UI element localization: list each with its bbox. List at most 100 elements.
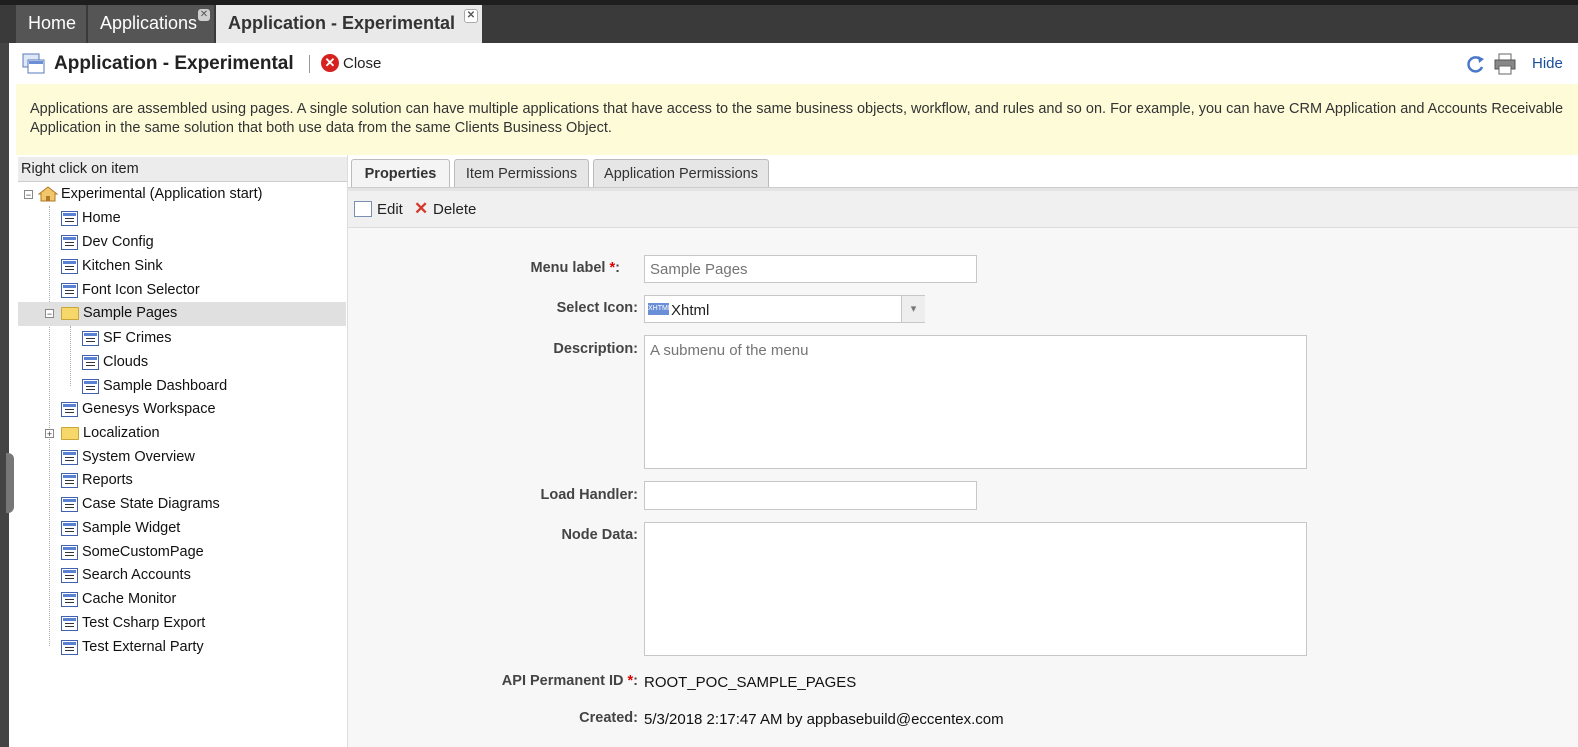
page-icon [61, 496, 78, 512]
tree-item-localization[interactable]: Localization [61, 422, 160, 446]
page-title: Application - Experimental [54, 53, 294, 74]
tree-item-kitchen-sink[interactable]: Kitchen Sink [61, 255, 163, 279]
page-icon [61, 401, 78, 417]
tree-item-clouds[interactable]: Clouds [82, 351, 148, 375]
menu-label-input[interactable] [644, 255, 977, 283]
tree-item-case-state-diagrams[interactable]: Case State Diagrams [61, 493, 220, 517]
page-icon [61, 520, 78, 536]
delete-icon[interactable]: ✕ [414, 200, 428, 217]
xhtml-icon: XHTML [648, 303, 672, 315]
close-tab-icon[interactable]: ✕ [464, 9, 478, 23]
page-icon [61, 591, 78, 607]
page-icon [82, 378, 99, 394]
tree-item-label: Test External Party [82, 639, 204, 655]
tab-applications[interactable]: Applications ✕ [88, 5, 214, 43]
tree-item-label: Sample Widget [82, 520, 181, 536]
tree-item-root[interactable]: Experimental (Application start) [38, 183, 338, 207]
tree-item-font-icon-selector[interactable]: Font Icon Selector [61, 279, 200, 303]
description-label: Description: [553, 341, 638, 357]
page-icon [61, 449, 78, 465]
page-icon [61, 210, 78, 226]
tree-item-label: Localization [83, 425, 160, 441]
info-banner: Applications are assembled using pages. … [16, 84, 1578, 155]
tab-item-permissions[interactable]: Item Permissions [454, 159, 589, 188]
folder-icon [61, 306, 79, 320]
node-data-label: Node Data: [561, 527, 638, 543]
tab-properties[interactable]: Properties [351, 159, 450, 188]
close-tab-icon[interactable]: ✕ [198, 9, 210, 21]
tree-item-somecustompage[interactable]: SomeCustomPage [61, 541, 204, 565]
node-data-textarea[interactable] [644, 522, 1307, 656]
tree-item-sample-widget[interactable]: Sample Widget [61, 517, 180, 541]
tree-guide [49, 206, 50, 646]
page-icon [61, 472, 78, 488]
tree-item-label: SF Crimes [103, 330, 172, 346]
tree-item-label: Home [82, 210, 121, 226]
tree-item-label: Sample Dashboard [103, 378, 228, 394]
tree-item-search-accounts[interactable]: Search Accounts [61, 564, 191, 588]
refresh-icon[interactable] [1466, 54, 1486, 74]
tab-application-permissions[interactable]: Application Permissions [593, 159, 769, 188]
tree-item-label: Test Csharp Export [82, 615, 206, 631]
load-handler-input[interactable] [644, 481, 977, 510]
close-icon[interactable]: ✕ [321, 54, 339, 72]
tree-item-label: Cache Monitor [82, 591, 177, 607]
page-icon [61, 615, 78, 631]
tree-item-sf-crimes[interactable]: SF Crimes [82, 327, 171, 351]
tree-item-label: Dev Config [82, 234, 154, 250]
page-icon [61, 544, 78, 560]
edit-icon[interactable] [354, 201, 372, 217]
home-icon [38, 186, 58, 202]
print-icon[interactable] [1493, 53, 1517, 75]
tree-item-label: Clouds [103, 354, 149, 370]
tree-item-label: Sample Pages [83, 305, 178, 321]
tab-applications-label: Applications [100, 13, 198, 33]
created-value: 5/3/2018 2:17:47 AM by appbasebuild@ecce… [644, 711, 1004, 728]
api-id-label: API Permanent ID *: [501, 673, 638, 689]
left-frame [0, 43, 14, 747]
tree-item-test-csharp-export[interactable]: Test Csharp Export [61, 612, 205, 636]
select-icon-label: Select Icon: [556, 300, 638, 316]
tree-item-sample-pages[interactable]: − Sample Pages [18, 302, 346, 326]
collapse-toggle[interactable]: − [24, 190, 33, 200]
collapse-handle[interactable] [6, 453, 14, 513]
expand-toggle[interactable]: + [45, 429, 54, 439]
tree-item-label: System Overview [82, 449, 195, 465]
toolbar [348, 191, 1578, 228]
page-icon [61, 639, 78, 655]
chevron-down-icon[interactable]: ▾ [901, 296, 925, 322]
tree-item-label: Reports [82, 472, 133, 488]
tree-item-label: Genesys Workspace [82, 401, 216, 417]
hide-link[interactable]: Hide [1532, 55, 1563, 72]
tree-header: Right click on item [18, 157, 347, 182]
tree-item-home[interactable]: Home [61, 207, 121, 231]
api-id-value: ROOT_POC_SAMPLE_PAGES [644, 674, 857, 691]
tree-item-cache-monitor[interactable]: Cache Monitor [61, 588, 176, 612]
page-icon [61, 258, 78, 274]
tree-item-sample-dashboard[interactable]: Sample Dashboard [82, 375, 227, 399]
page-icon [61, 567, 78, 583]
tree-item-system-overview[interactable]: System Overview [61, 446, 195, 470]
tree-item-label: Experimental (Application start) [61, 186, 263, 202]
tab-application-experimental-label: Application - Experimental [228, 13, 456, 33]
tree-item-test-external-party[interactable]: Test External Party [61, 636, 204, 660]
tree-item-label: SomeCustomPage [82, 544, 204, 560]
description-textarea[interactable] [644, 335, 1307, 469]
tree-item-dev-config[interactable]: Dev Config [61, 231, 154, 255]
delete-button[interactable]: Delete [433, 201, 476, 218]
tree-item-label: Kitchen Sink [82, 258, 163, 274]
tab-home[interactable]: Home [16, 5, 86, 43]
close-button[interactable]: Close [343, 55, 381, 72]
collapse-toggle[interactable]: − [45, 309, 54, 319]
tree-item-genesys-workspace[interactable]: Genesys Workspace [61, 398, 216, 422]
page-icon [61, 234, 78, 250]
load-handler-label: Load Handler: [540, 487, 638, 503]
tab-application-experimental[interactable]: Application - Experimental ✕ [216, 5, 482, 43]
page-icon [61, 282, 78, 298]
tree-item-reports[interactable]: Reports [61, 469, 133, 493]
edit-button[interactable]: Edit [377, 201, 403, 218]
select-icon-value: Xhtml [671, 302, 710, 319]
page-icon [82, 330, 99, 346]
created-label: Created: [579, 710, 638, 726]
tab-home-label: Home [28, 13, 77, 33]
